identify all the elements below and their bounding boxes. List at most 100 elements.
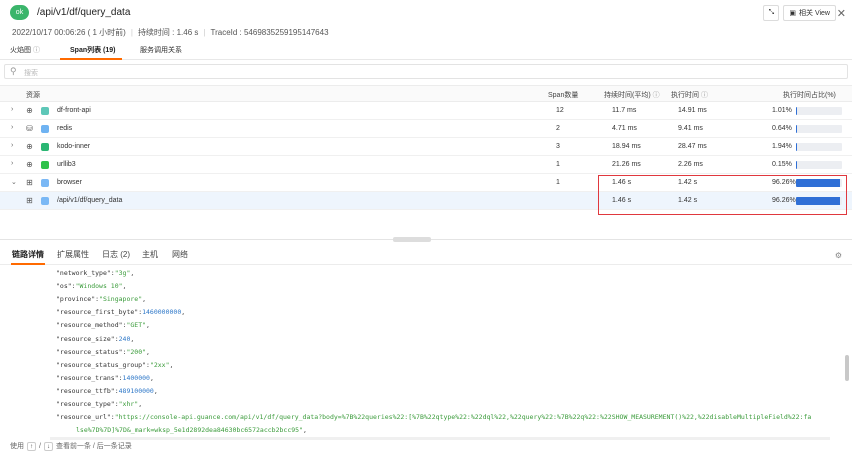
settings-icon[interactable]: ⚙	[835, 251, 842, 260]
page-title: /api/v1/df/query_data	[37, 7, 131, 18]
json-value: "xhr"	[118, 400, 139, 408]
json-key: "resource_type"	[56, 400, 115, 408]
table-row[interactable]: › ⊕ kodo-inner 3 18.94 ms 28.47 ms 1.94%	[0, 138, 852, 156]
column-resource[interactable]: 资源	[26, 90, 40, 100]
json-line: "resource_ttfb":489100000,	[56, 387, 158, 395]
exec-time: 9.41 ms	[678, 125, 703, 132]
view-tabs: 火焰图 ⓘ Span列表 (19) 服务调用关系	[0, 42, 852, 60]
json-comma: ,	[142, 295, 147, 304]
related-view-label: 相关 View	[799, 10, 830, 17]
json-key: "resource_trans"	[56, 373, 119, 382]
browser-icon: ⊞	[26, 178, 33, 187]
detail-tabs: 链路详情 扩展属性 日志 (2) 主机 网络 ⚙	[0, 246, 852, 265]
span-count: 1	[556, 161, 560, 168]
chevron-down-icon[interactable]: ⌄	[11, 178, 17, 186]
column-exec-pct[interactable]: 执行时间占比(%)	[783, 90, 836, 100]
table-row[interactable]: › ⛁ redis 2 4.71 ms 9.41 ms 0.64%	[0, 120, 852, 138]
tab-network[interactable]: 网络	[172, 249, 188, 260]
vertical-scrollbar[interactable]	[844, 265, 850, 437]
column-span-count[interactable]: Span数量	[548, 90, 578, 100]
trace-datetime: 2022/10/17 00:06:26 ( 1 小时前)	[12, 28, 126, 37]
tab-flame-graph[interactable]: 火焰图 ⓘ	[10, 45, 40, 55]
resource-name: browser	[57, 179, 82, 186]
trace-meta: 2022/10/17 00:06:26 ( 1 小时前) | 持续时间 : 1.…	[12, 27, 329, 38]
chevron-right-icon[interactable]: ›	[11, 106, 13, 113]
resize-handle[interactable]	[393, 237, 431, 242]
json-value: 489100000	[118, 386, 154, 395]
close-icon[interactable]: ✕	[837, 7, 846, 20]
fullscreen-button[interactable]: ⤡	[763, 5, 780, 21]
resource-name: redis	[57, 125, 73, 132]
json-line: "resource_url":"https://console-api.guan…	[56, 413, 811, 421]
database-icon: ⛁	[26, 124, 33, 133]
json-value: "200"	[126, 347, 147, 356]
json-key: "os"	[56, 282, 72, 291]
column-label: 执行时间	[671, 92, 699, 99]
table-row[interactable]: › ⊕ df-front-api 12 11.7 ms 14.91 ms 1.01%	[0, 102, 852, 120]
json-line: "resource_status":"200",	[56, 348, 150, 356]
json-line: "network_type":"3g",	[56, 269, 134, 277]
tab-logs[interactable]: 日志 (2)	[102, 249, 130, 260]
json-key: "resource_first_byte"	[56, 308, 139, 317]
search-placeholder: 搜索	[24, 70, 38, 77]
duration-avg: 21.26 ms	[612, 161, 641, 168]
chevron-right-icon[interactable]: ›	[11, 160, 13, 167]
globe-icon: ⊕	[26, 106, 33, 115]
scroll-thumb[interactable]	[845, 355, 849, 381]
arrow-up-key: ↑	[27, 441, 36, 451]
json-line: "resource_size":240,	[56, 335, 134, 343]
json-comma: ,	[302, 426, 307, 435]
horizontal-scrollbar[interactable]	[50, 437, 830, 440]
hint-prefix: 使用	[10, 443, 24, 450]
resource-name: /api/v1/df/query_data	[57, 197, 123, 204]
chevron-right-icon[interactable]: ›	[11, 124, 13, 131]
highlight-box	[598, 175, 847, 215]
json-comma: ,	[153, 386, 158, 395]
json-comma: ,	[146, 321, 150, 330]
json-line: "resource_status_group":"2xx",	[56, 361, 173, 369]
exec-pct-bar	[796, 161, 842, 169]
json-line: "os":"Windows 10",	[56, 282, 126, 290]
exec-pct: 0.64%	[772, 125, 792, 132]
column-duration-avg[interactable]: 持续时间(平均) ⓘ	[604, 90, 660, 100]
json-line: "resource_first_byte":1460000000,	[56, 308, 185, 316]
json-key: "resource_status"	[56, 347, 123, 356]
exec-pct-bar	[796, 125, 842, 133]
json-key: "resource_ttfb"	[56, 386, 115, 395]
search-input[interactable]: ⚲ 搜索	[4, 64, 848, 79]
service-color-swatch	[41, 197, 49, 205]
table-row[interactable]: › ⊕ urllib3 1 21.26 ms 2.26 ms 0.15%	[0, 156, 852, 174]
json-line: lse%7D%7D]%7D&_mark=wksp_5e1d2892dea8463…	[76, 426, 307, 434]
json-value: "https://console-api.guance.com/api/v1/d…	[114, 413, 812, 422]
json-line: "province":"Singapore",	[56, 295, 146, 303]
tab-service-map[interactable]: 服务调用关系	[140, 45, 182, 55]
meta-divider: |	[203, 28, 206, 37]
column-exec-time[interactable]: 执行时间 ⓘ	[671, 90, 708, 100]
json-value: 240	[118, 334, 131, 343]
tab-host[interactable]: 主机	[142, 249, 158, 260]
related-view-button[interactable]: ▣ 相关 View	[783, 5, 836, 21]
json-key: "resource_size"	[56, 334, 115, 343]
exec-pct-fill	[796, 143, 797, 151]
json-key: "resource_method"	[56, 321, 123, 330]
json-comma: ,	[130, 334, 135, 343]
span-count: 12	[556, 107, 564, 114]
header-actions: ⤡ ▣ 相关 View	[763, 5, 836, 21]
exec-pct-bar	[796, 107, 842, 115]
json-comma: ,	[130, 269, 135, 277]
json-comma: ,	[181, 308, 186, 317]
tab-extended-attributes[interactable]: 扩展属性	[57, 249, 89, 260]
service-color-swatch	[41, 143, 49, 151]
json-key: "resource_status_group"	[56, 360, 147, 369]
json-viewer: "network_type":"3g", "os":"Windows 10", "p…	[0, 265, 840, 437]
trace-id: TraceId : 5469835259195147643	[210, 28, 329, 37]
tab-span-list[interactable]: Span列表 (19)	[70, 45, 116, 55]
json-line: "resource_type":"xhr",	[56, 400, 142, 408]
json-value: "3g"	[114, 269, 131, 277]
chevron-right-icon[interactable]: ›	[11, 142, 13, 149]
json-comma: ,	[122, 282, 127, 291]
json-key: "province"	[56, 295, 96, 304]
tab-trace-details[interactable]: 链路详情	[12, 249, 44, 260]
exec-time: 14.91 ms	[678, 107, 707, 114]
active-tab-indicator	[60, 58, 122, 60]
